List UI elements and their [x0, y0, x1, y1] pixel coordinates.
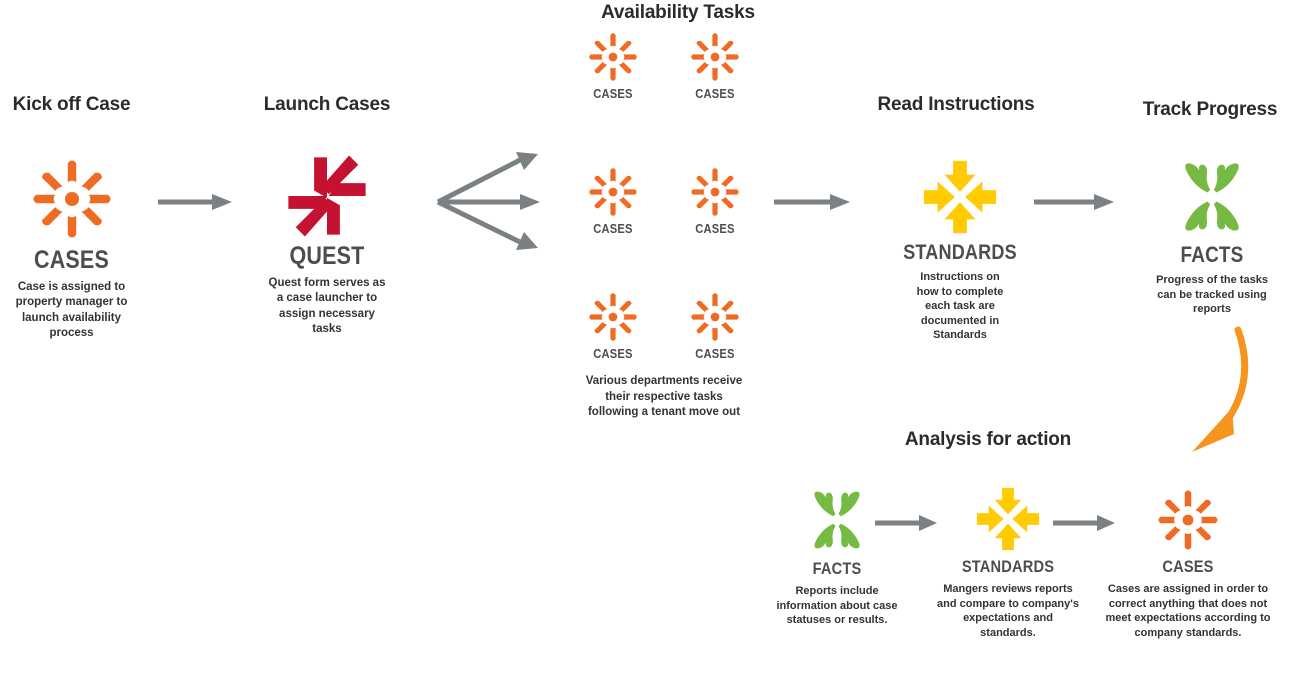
quest-pinwheel-icon	[288, 155, 366, 237]
workflow-diagram: Kick off Case Launch Cases Availability …	[0, 0, 1289, 695]
node-task-cases-3[interactable]: CASES	[577, 163, 649, 235]
arrow-kickoff-to-quest	[158, 194, 232, 210]
node-task-cases-4[interactable]: CASES	[679, 163, 751, 235]
node-task-cases-1[interactable]: CASES	[577, 28, 649, 100]
node-caption: Reports include information about case s…	[776, 585, 898, 627]
node-label: QUEST	[289, 242, 365, 270]
phase-title-launch-cases: Launch Cases	[263, 94, 391, 115]
cases-starburst-icon	[589, 33, 637, 81]
cases-starburst-icon	[1158, 490, 1218, 550]
phase-title-availability-tasks: Availability Tasks	[601, 2, 755, 23]
cases-starburst-icon	[691, 33, 739, 81]
arrow-tasks-to-standards	[774, 194, 850, 210]
node-label: STANDARDS	[961, 557, 1055, 576]
standards-arrows-icon	[923, 160, 997, 234]
node-label: FACTS	[1180, 242, 1244, 267]
phase-title-kick-off: Kick off Case	[12, 94, 131, 115]
node-cases-kickoff[interactable]: CASES Case is assigned to property manag…	[0, 152, 143, 341]
node-facts-track[interactable]: FACTS Progress of the tasks can be track…	[1139, 152, 1285, 317]
arrow-facts-to-analysis-curved	[1192, 326, 1249, 452]
node-label: CASES	[695, 86, 735, 101]
node-caption: Instructions on how to complete each tas…	[916, 271, 1004, 342]
phase-title-analysis-for-action: Analysis for action	[904, 429, 1072, 450]
node-label: CASES	[593, 346, 633, 361]
node-caption: Cases are assigned in order to correct a…	[1105, 583, 1271, 639]
node-standards-instructions[interactable]: STANDARDS Instructions on how to complet…	[888, 154, 1032, 343]
node-caption: Case is assigned to property manager to …	[15, 281, 128, 339]
cases-starburst-icon	[691, 168, 739, 216]
arrow-quest-branch-three	[436, 152, 540, 250]
node-caption: Quest form serves as a case launcher to …	[268, 277, 386, 335]
node-caption: Mangers reviews reports and compare to c…	[937, 583, 1079, 639]
node-label: CASES	[695, 221, 735, 236]
node-caption: Progress of the tasks can be tracked usi…	[1156, 274, 1268, 316]
phase-title-track-progress: Track Progress	[1142, 99, 1278, 120]
cases-starburst-icon	[589, 168, 637, 216]
node-facts-reports[interactable]: FACTS Reports include information about …	[748, 482, 926, 628]
node-label: CASES	[695, 346, 735, 361]
node-task-cases-6[interactable]: CASES	[679, 288, 751, 360]
node-quest-launch[interactable]: QUEST Quest form serves as a case launch…	[252, 150, 402, 337]
facts-petals-icon	[1185, 163, 1239, 231]
node-standards-review[interactable]: STANDARDS Mangers reviews reports and co…	[920, 482, 1096, 640]
availability-tasks-caption: Various departments receive their respec…	[585, 375, 743, 419]
cases-starburst-icon	[589, 293, 637, 341]
phase-title-read-instructions: Read Instructions	[877, 94, 1035, 115]
standards-arrows-icon	[976, 487, 1040, 551]
facts-petals-icon	[814, 491, 860, 549]
node-label: STANDARDS	[903, 241, 1017, 264]
node-cases-corrective[interactable]: CASES Cases are assigned in order to cor…	[1092, 484, 1284, 640]
node-label: CASES	[34, 246, 109, 274]
node-label: CASES	[1162, 557, 1214, 576]
node-task-cases-2[interactable]: CASES	[679, 28, 751, 100]
cases-starburst-icon	[691, 293, 739, 341]
node-label: CASES	[593, 86, 633, 101]
cases-starburst-icon	[32, 160, 111, 238]
arrow-standards-to-facts	[1034, 194, 1114, 210]
node-task-cases-5[interactable]: CASES	[577, 288, 649, 360]
node-label: FACTS	[812, 559, 862, 578]
node-label: CASES	[593, 221, 633, 236]
